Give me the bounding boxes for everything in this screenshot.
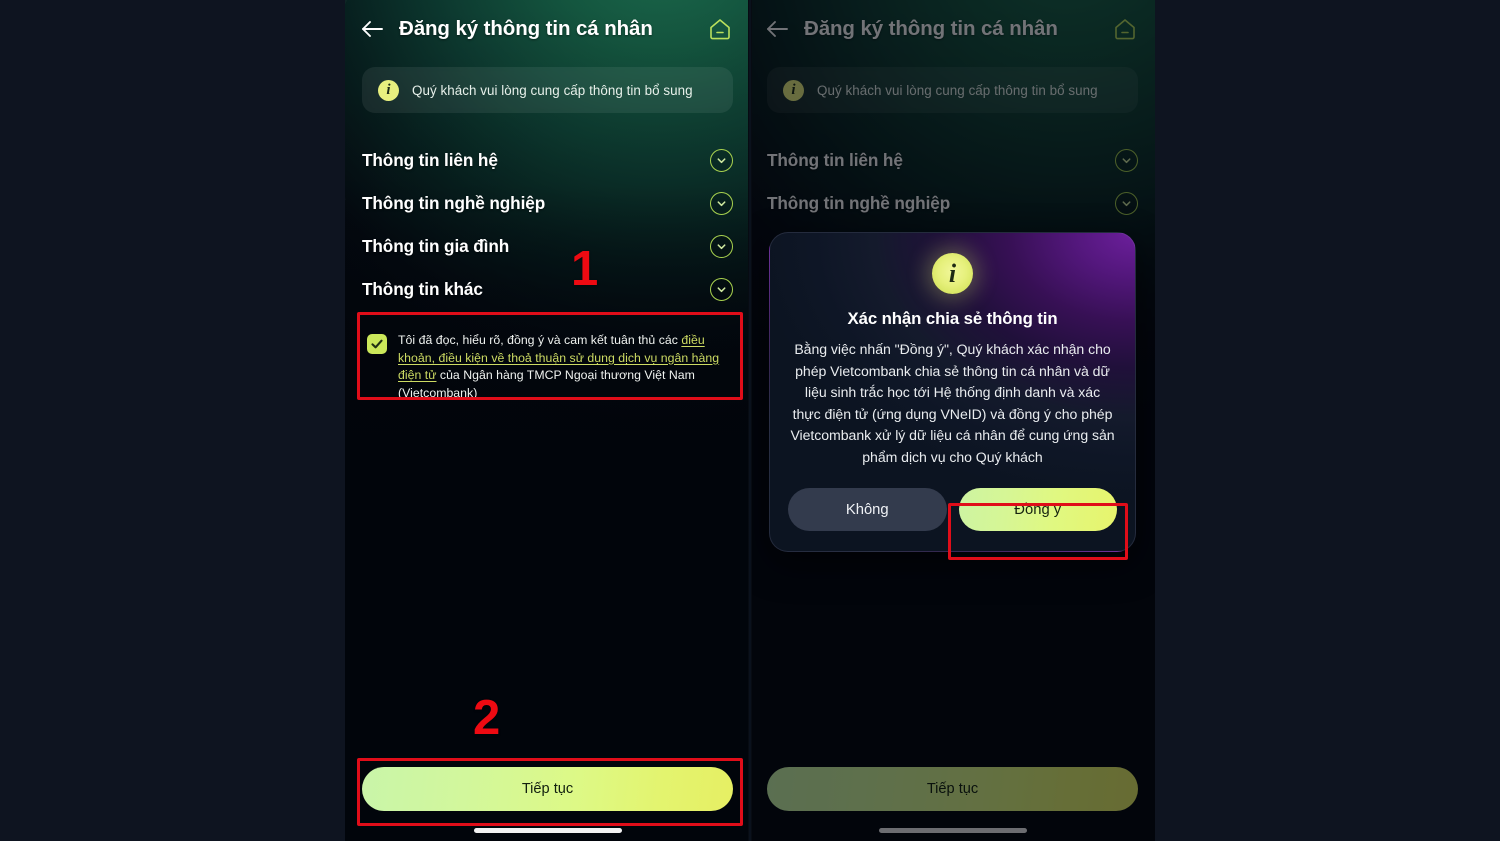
chevron-down-icon[interactable] xyxy=(710,149,733,172)
home-outline-icon[interactable] xyxy=(706,15,734,43)
section-label: Thông tin gia đình xyxy=(362,236,510,256)
section-accordion-list: Thông tin liên hệ Thông tin nghề nghiệp … xyxy=(345,139,750,311)
chevron-down-icon[interactable] xyxy=(710,235,733,258)
app-header: Đăng ký thông tin cá nhân xyxy=(345,0,750,58)
dialog-actions: Không Đồng ý xyxy=(788,488,1117,532)
accept-button[interactable]: Đồng ý xyxy=(958,488,1117,532)
section-label: Thông tin khác xyxy=(362,279,483,299)
panel-divider xyxy=(748,0,752,841)
page-title: Đăng ký thông tin cá nhân xyxy=(399,17,653,40)
back-arrow-icon[interactable] xyxy=(359,16,385,42)
consent-text-before: Tôi đã đọc, hiểu rõ, đồng ý và cam kết t… xyxy=(398,333,682,347)
accept-button-slot: Đồng ý xyxy=(958,488,1117,532)
dialog-body-text: Bằng việc nhấn "Đồng ý", Quý khách xác n… xyxy=(790,341,1115,465)
info-banner: i Quý khách vui lòng cung cấp thông tin … xyxy=(362,67,733,113)
info-circle-icon: i xyxy=(932,253,973,294)
consent-checkbox[interactable] xyxy=(367,334,387,354)
phone-screen-step-1: Đăng ký thông tin cá nhân i Quý khách vu… xyxy=(345,0,750,841)
section-row-contact[interactable]: Thông tin liên hệ xyxy=(362,139,733,182)
dialog-title: Xác nhận chia sẻ thông tin xyxy=(847,309,1058,328)
consent-text-after: của Ngân hàng TMCP Ngoại thương Việt Nam… xyxy=(398,368,695,401)
section-label: Thông tin liên hệ xyxy=(362,150,498,170)
home-indicator xyxy=(473,828,622,833)
section-row-occupation[interactable]: Thông tin nghề nghiệp xyxy=(362,182,733,225)
section-row-family[interactable]: Thông tin gia đình xyxy=(362,225,733,268)
chevron-down-icon[interactable] xyxy=(710,278,733,301)
info-circle-icon: i xyxy=(378,79,399,101)
consent-text: Tôi đã đọc, hiểu rõ, đồng ý và cam kết t… xyxy=(398,332,727,403)
chevron-down-icon[interactable] xyxy=(710,192,733,215)
section-row-other[interactable]: Thông tin khác xyxy=(362,268,733,311)
decline-button[interactable]: Không xyxy=(788,488,947,532)
info-banner-text: Quý khách vui lòng cung cấp thông tin bổ… xyxy=(412,82,693,98)
screenshot-stage: Đăng ký thông tin cá nhân i Quý khách vu… xyxy=(0,0,1500,841)
annotation-step-1: 1 xyxy=(571,242,599,296)
annotation-step-2: 2 xyxy=(473,691,501,745)
continue-button[interactable]: Tiếp tục xyxy=(362,767,733,811)
continue-button-wrap: Tiếp tục xyxy=(362,767,733,811)
consent-block: Tôi đã đọc, hiểu rõ, đồng ý và cam kết t… xyxy=(358,323,737,412)
section-label: Thông tin nghề nghiệp xyxy=(362,193,546,213)
phone-screen-step-2: Đăng ký thông tin cá nhân i Quý khách vu… xyxy=(750,0,1155,841)
share-info-dialog: i Xác nhận chia sẻ thông tin Bằng việc n… xyxy=(769,232,1136,553)
